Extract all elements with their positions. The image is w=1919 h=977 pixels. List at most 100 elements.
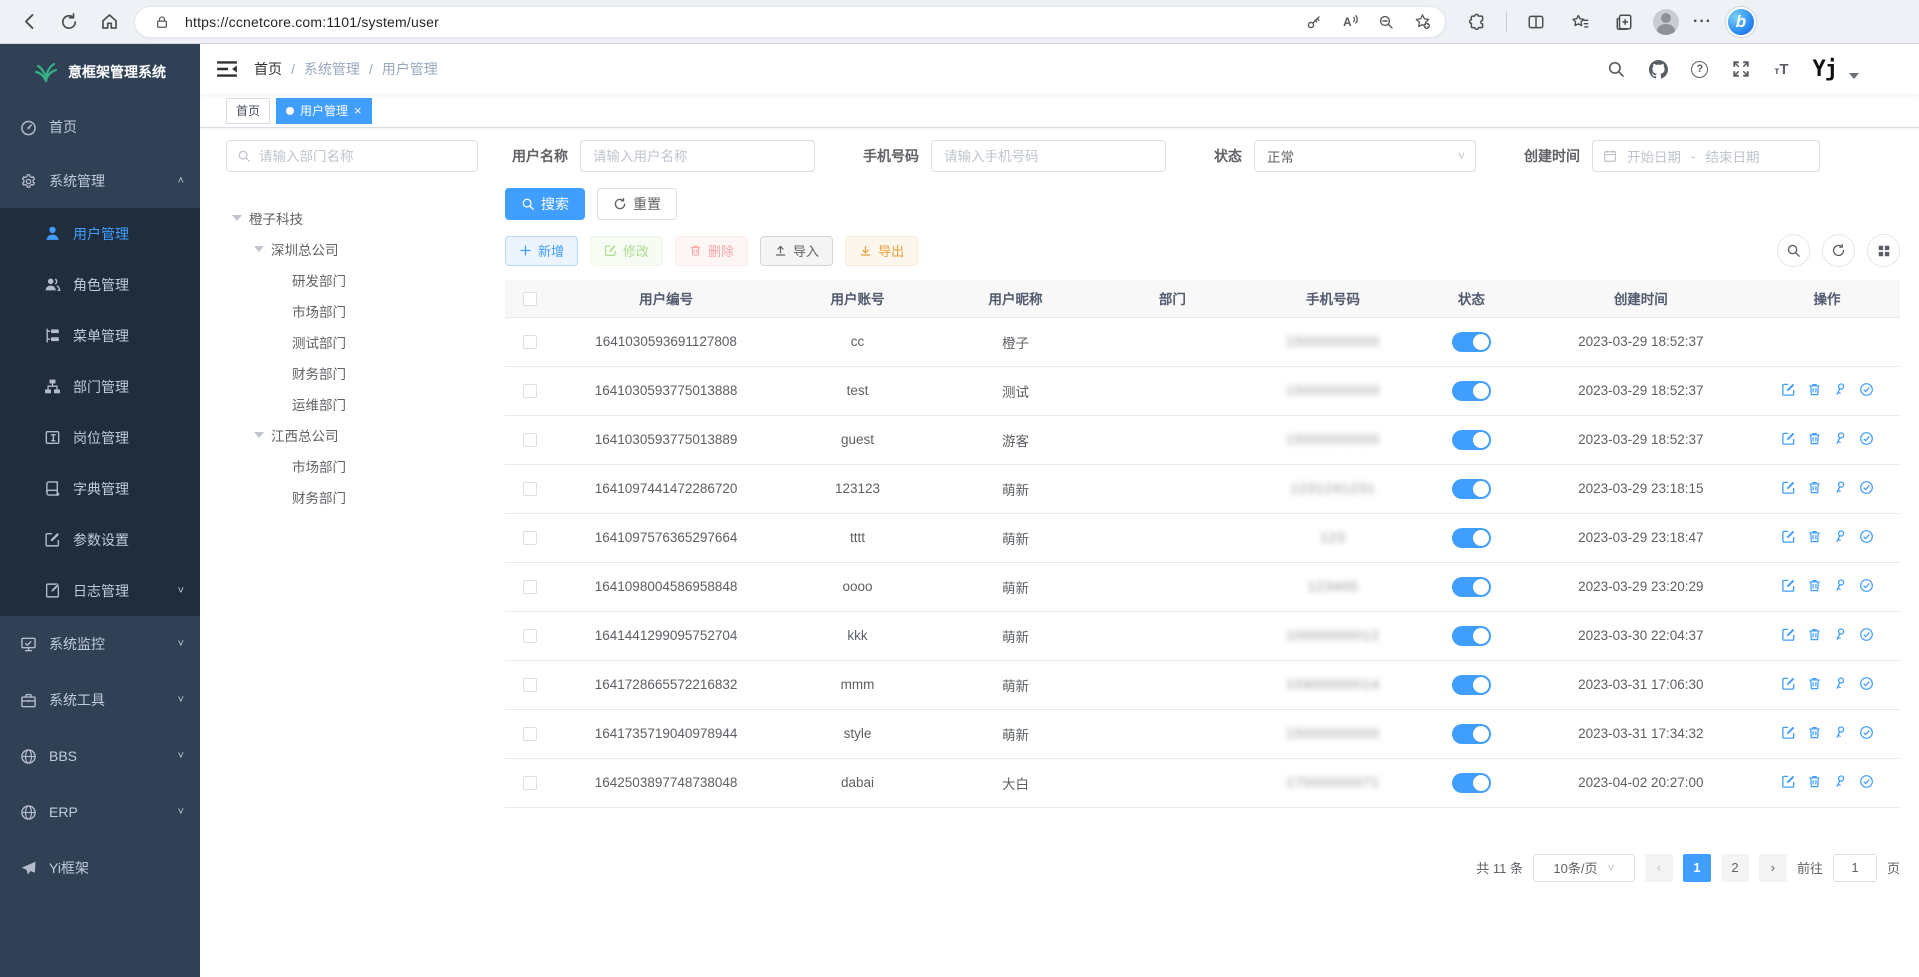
browser-profile-avatar[interactable] xyxy=(1653,9,1679,35)
tree-node-leaf[interactable]: 研发部门 xyxy=(226,264,478,295)
add-favorite-icon[interactable] xyxy=(1409,9,1435,35)
sidebar-item-bbs[interactable]: BBS ˅ xyxy=(0,728,200,784)
tree-node-branch[interactable]: 深圳总公司 xyxy=(226,233,478,264)
edit-icon[interactable] xyxy=(1781,480,1796,495)
reset-password-key-icon[interactable] xyxy=(1833,774,1848,789)
reset-password-key-icon[interactable] xyxy=(1833,382,1848,397)
assign-role-check-icon[interactable] xyxy=(1859,431,1874,446)
sidebar-item-posts[interactable]: 岗位管理 xyxy=(0,412,200,463)
font-size-icon[interactable]: тT xyxy=(1774,61,1788,78)
reset-button[interactable]: 重置 xyxy=(597,188,677,220)
delete-icon[interactable] xyxy=(1807,431,1822,446)
page-2-button[interactable]: 2 xyxy=(1721,854,1749,882)
edit-icon[interactable] xyxy=(1781,382,1796,397)
breadcrumb-system[interactable]: 系统管理 xyxy=(304,59,360,79)
copilot-icon[interactable]: b xyxy=(1726,7,1756,37)
delete-icon[interactable] xyxy=(1807,529,1822,544)
assign-role-check-icon[interactable] xyxy=(1859,529,1874,544)
delete-icon[interactable] xyxy=(1807,676,1822,691)
status-toggle[interactable] xyxy=(1452,724,1491,744)
tree-node-leaf[interactable]: 财务部门 xyxy=(226,481,478,512)
status-toggle[interactable] xyxy=(1452,528,1491,548)
tree-expand-icon[interactable] xyxy=(254,246,264,252)
username-input[interactable] xyxy=(580,140,815,172)
edit-icon[interactable] xyxy=(1781,774,1796,789)
tab-close-icon[interactable]: × xyxy=(354,104,362,117)
assign-role-check-icon[interactable] xyxy=(1859,627,1874,642)
row-checkbox[interactable] xyxy=(523,531,537,545)
sidebar-item-home[interactable]: 首页 xyxy=(0,100,200,154)
edit-icon[interactable] xyxy=(1781,676,1796,691)
assign-role-check-icon[interactable] xyxy=(1859,578,1874,593)
assign-role-check-icon[interactable] xyxy=(1859,774,1874,789)
edit-icon[interactable] xyxy=(1781,529,1796,544)
browser-menu-icon[interactable]: ··· xyxy=(1693,13,1712,31)
phone-input[interactable] xyxy=(931,140,1166,172)
reset-password-key-icon[interactable] xyxy=(1833,480,1848,495)
tree-node-branch[interactable]: 江西总公司 xyxy=(226,419,478,450)
export-button[interactable]: 导出 xyxy=(845,236,918,266)
tree-expand-icon[interactable] xyxy=(232,215,242,221)
status-select[interactable]: 正常 ˅ xyxy=(1254,140,1476,172)
sidebar-item-erp[interactable]: ERP ˅ xyxy=(0,784,200,840)
goto-page-input[interactable] xyxy=(1833,854,1877,882)
assign-role-check-icon[interactable] xyxy=(1859,725,1874,740)
status-toggle[interactable] xyxy=(1452,577,1491,597)
edit-icon[interactable] xyxy=(1781,725,1796,740)
sidebar-item-tools[interactable]: 系统工具 ˅ xyxy=(0,672,200,728)
assign-role-check-icon[interactable] xyxy=(1859,480,1874,495)
status-toggle[interactable] xyxy=(1452,479,1491,499)
search-button[interactable]: 搜索 xyxy=(505,188,585,220)
tree-expand-icon[interactable] xyxy=(254,432,264,438)
dept-search-box[interactable] xyxy=(226,140,478,172)
row-checkbox[interactable] xyxy=(523,678,537,692)
reset-password-key-icon[interactable] xyxy=(1833,725,1848,740)
row-checkbox[interactable] xyxy=(523,482,537,496)
row-checkbox[interactable] xyxy=(523,776,537,790)
row-checkbox[interactable] xyxy=(523,629,537,643)
reset-password-key-icon[interactable] xyxy=(1833,578,1848,593)
add-button[interactable]: 新增 xyxy=(505,236,578,266)
edit-icon[interactable] xyxy=(1781,431,1796,446)
edit-icon[interactable] xyxy=(1781,627,1796,642)
split-screen-icon[interactable] xyxy=(1521,7,1551,37)
delete-icon[interactable] xyxy=(1807,774,1822,789)
edit-button[interactable]: 修改 xyxy=(590,236,663,266)
sidebar-item-logs[interactable]: 日志管理 ˅ xyxy=(0,565,200,616)
delete-icon[interactable] xyxy=(1807,480,1822,495)
status-toggle[interactable] xyxy=(1452,430,1491,450)
page-1-button[interactable]: 1 xyxy=(1683,854,1711,882)
read-aloud-icon[interactable]: A xyxy=(1337,9,1363,35)
edit-icon[interactable] xyxy=(1781,578,1796,593)
sidebar-item-departments[interactable]: 部门管理 xyxy=(0,361,200,412)
delete-button[interactable]: 删除 xyxy=(675,236,748,266)
tab-user-management[interactable]: 用户管理 × xyxy=(276,98,372,124)
tree-node-leaf[interactable]: 测试部门 xyxy=(226,326,478,357)
import-button[interactable]: 导入 xyxy=(760,236,833,266)
reset-password-key-icon[interactable] xyxy=(1833,431,1848,446)
assign-role-check-icon[interactable] xyxy=(1859,676,1874,691)
status-toggle[interactable] xyxy=(1452,381,1491,401)
page-size-select[interactable]: 10条/页 ˅ xyxy=(1533,854,1635,882)
next-page-button[interactable]: › xyxy=(1759,854,1787,882)
reset-password-key-icon[interactable] xyxy=(1833,676,1848,691)
password-key-icon[interactable] xyxy=(1301,9,1327,35)
refresh-icon[interactable] xyxy=(54,7,84,37)
status-toggle[interactable] xyxy=(1452,675,1491,695)
row-checkbox[interactable] xyxy=(523,384,537,398)
dept-search-input[interactable] xyxy=(259,149,467,164)
sidebar-item-system[interactable]: 系统管理 ˄ xyxy=(0,154,200,208)
user-menu-caret-icon[interactable] xyxy=(1849,73,1859,79)
favorites-icon[interactable] xyxy=(1565,7,1595,37)
collections-icon[interactable] xyxy=(1609,7,1639,37)
zoom-out-icon[interactable] xyxy=(1373,9,1399,35)
sidebar-item-dict[interactable]: 字典管理 xyxy=(0,463,200,514)
tab-home[interactable]: 首页 xyxy=(226,98,270,124)
refresh-table-button[interactable] xyxy=(1822,234,1855,267)
row-checkbox[interactable] xyxy=(523,727,537,741)
date-range-picker[interactable]: 开始日期 - 结束日期 xyxy=(1592,140,1820,172)
reset-password-key-icon[interactable] xyxy=(1833,627,1848,642)
header-search-icon[interactable] xyxy=(1607,60,1625,78)
extensions-icon[interactable] xyxy=(1462,7,1492,37)
sidebar-item-yi-framework[interactable]: Yi框架 xyxy=(0,840,200,896)
